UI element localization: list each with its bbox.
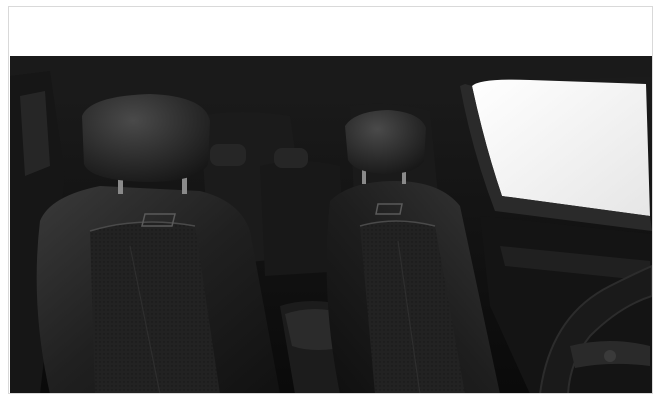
left-window-trim [20, 91, 50, 176]
rear-headrest-left [210, 144, 246, 166]
image-frame [8, 6, 653, 394]
left-front-headrest [82, 94, 210, 182]
steering-wheel-button [604, 350, 616, 362]
right-front-headrest [345, 110, 426, 174]
car-interior-photo [10, 56, 652, 393]
rear-headrest-center [274, 148, 308, 168]
car-interior-illustration [10, 56, 652, 393]
header-strip [9, 7, 652, 56]
